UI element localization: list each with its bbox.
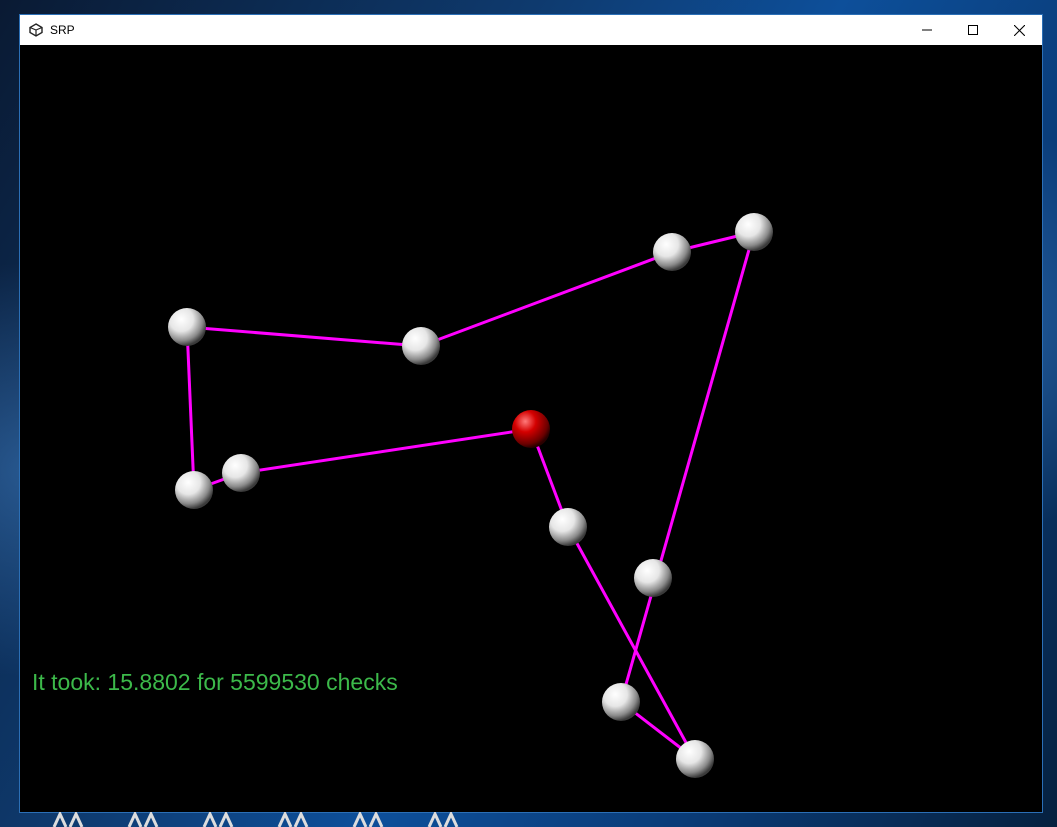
path-edge <box>566 526 697 760</box>
path-edge <box>185 326 196 491</box>
path-scene <box>168 213 773 778</box>
title-bar[interactable]: SRP <box>20 15 1042 45</box>
node-sphere <box>634 559 672 597</box>
unity-taskbar-icon[interactable] <box>125 812 163 827</box>
desktop-background: SRP It took: 15.8802 for 5599530 checks <box>0 0 1057 827</box>
node-sphere <box>222 454 260 492</box>
app-window: SRP It took: 15.8802 for 5599530 checks <box>19 14 1043 813</box>
node-sphere <box>653 233 691 271</box>
path-edge <box>420 250 673 348</box>
node-sphere <box>602 683 640 721</box>
unity-icon <box>28 22 44 38</box>
node-sphere <box>549 508 587 546</box>
unity-taskbar-icon[interactable] <box>50 812 88 827</box>
unity-taskbar-icon[interactable] <box>275 812 313 827</box>
close-icon <box>1013 24 1025 36</box>
node-sphere <box>676 740 714 778</box>
path-edge <box>619 231 756 703</box>
node-sphere <box>175 471 213 509</box>
unity-taskbar-icon[interactable] <box>200 812 238 827</box>
window-title: SRP <box>50 23 75 37</box>
unity-taskbar-icon[interactable] <box>425 812 463 827</box>
minimize-button[interactable] <box>904 15 950 45</box>
path-edge <box>240 427 532 475</box>
maximize-button[interactable] <box>950 15 996 45</box>
node-sphere <box>735 213 773 251</box>
path-edge <box>186 325 422 348</box>
game-viewport[interactable]: It took: 15.8802 for 5599530 checks <box>20 45 1042 812</box>
node-sphere <box>402 327 440 365</box>
minimize-icon <box>922 29 932 31</box>
close-button[interactable] <box>996 15 1042 45</box>
node-sphere <box>168 308 206 346</box>
status-text: It took: 15.8802 for 5599530 checks <box>32 669 398 695</box>
maximize-icon <box>968 25 978 35</box>
start-node-sphere <box>512 410 550 448</box>
unity-taskbar-icon[interactable] <box>350 812 388 827</box>
